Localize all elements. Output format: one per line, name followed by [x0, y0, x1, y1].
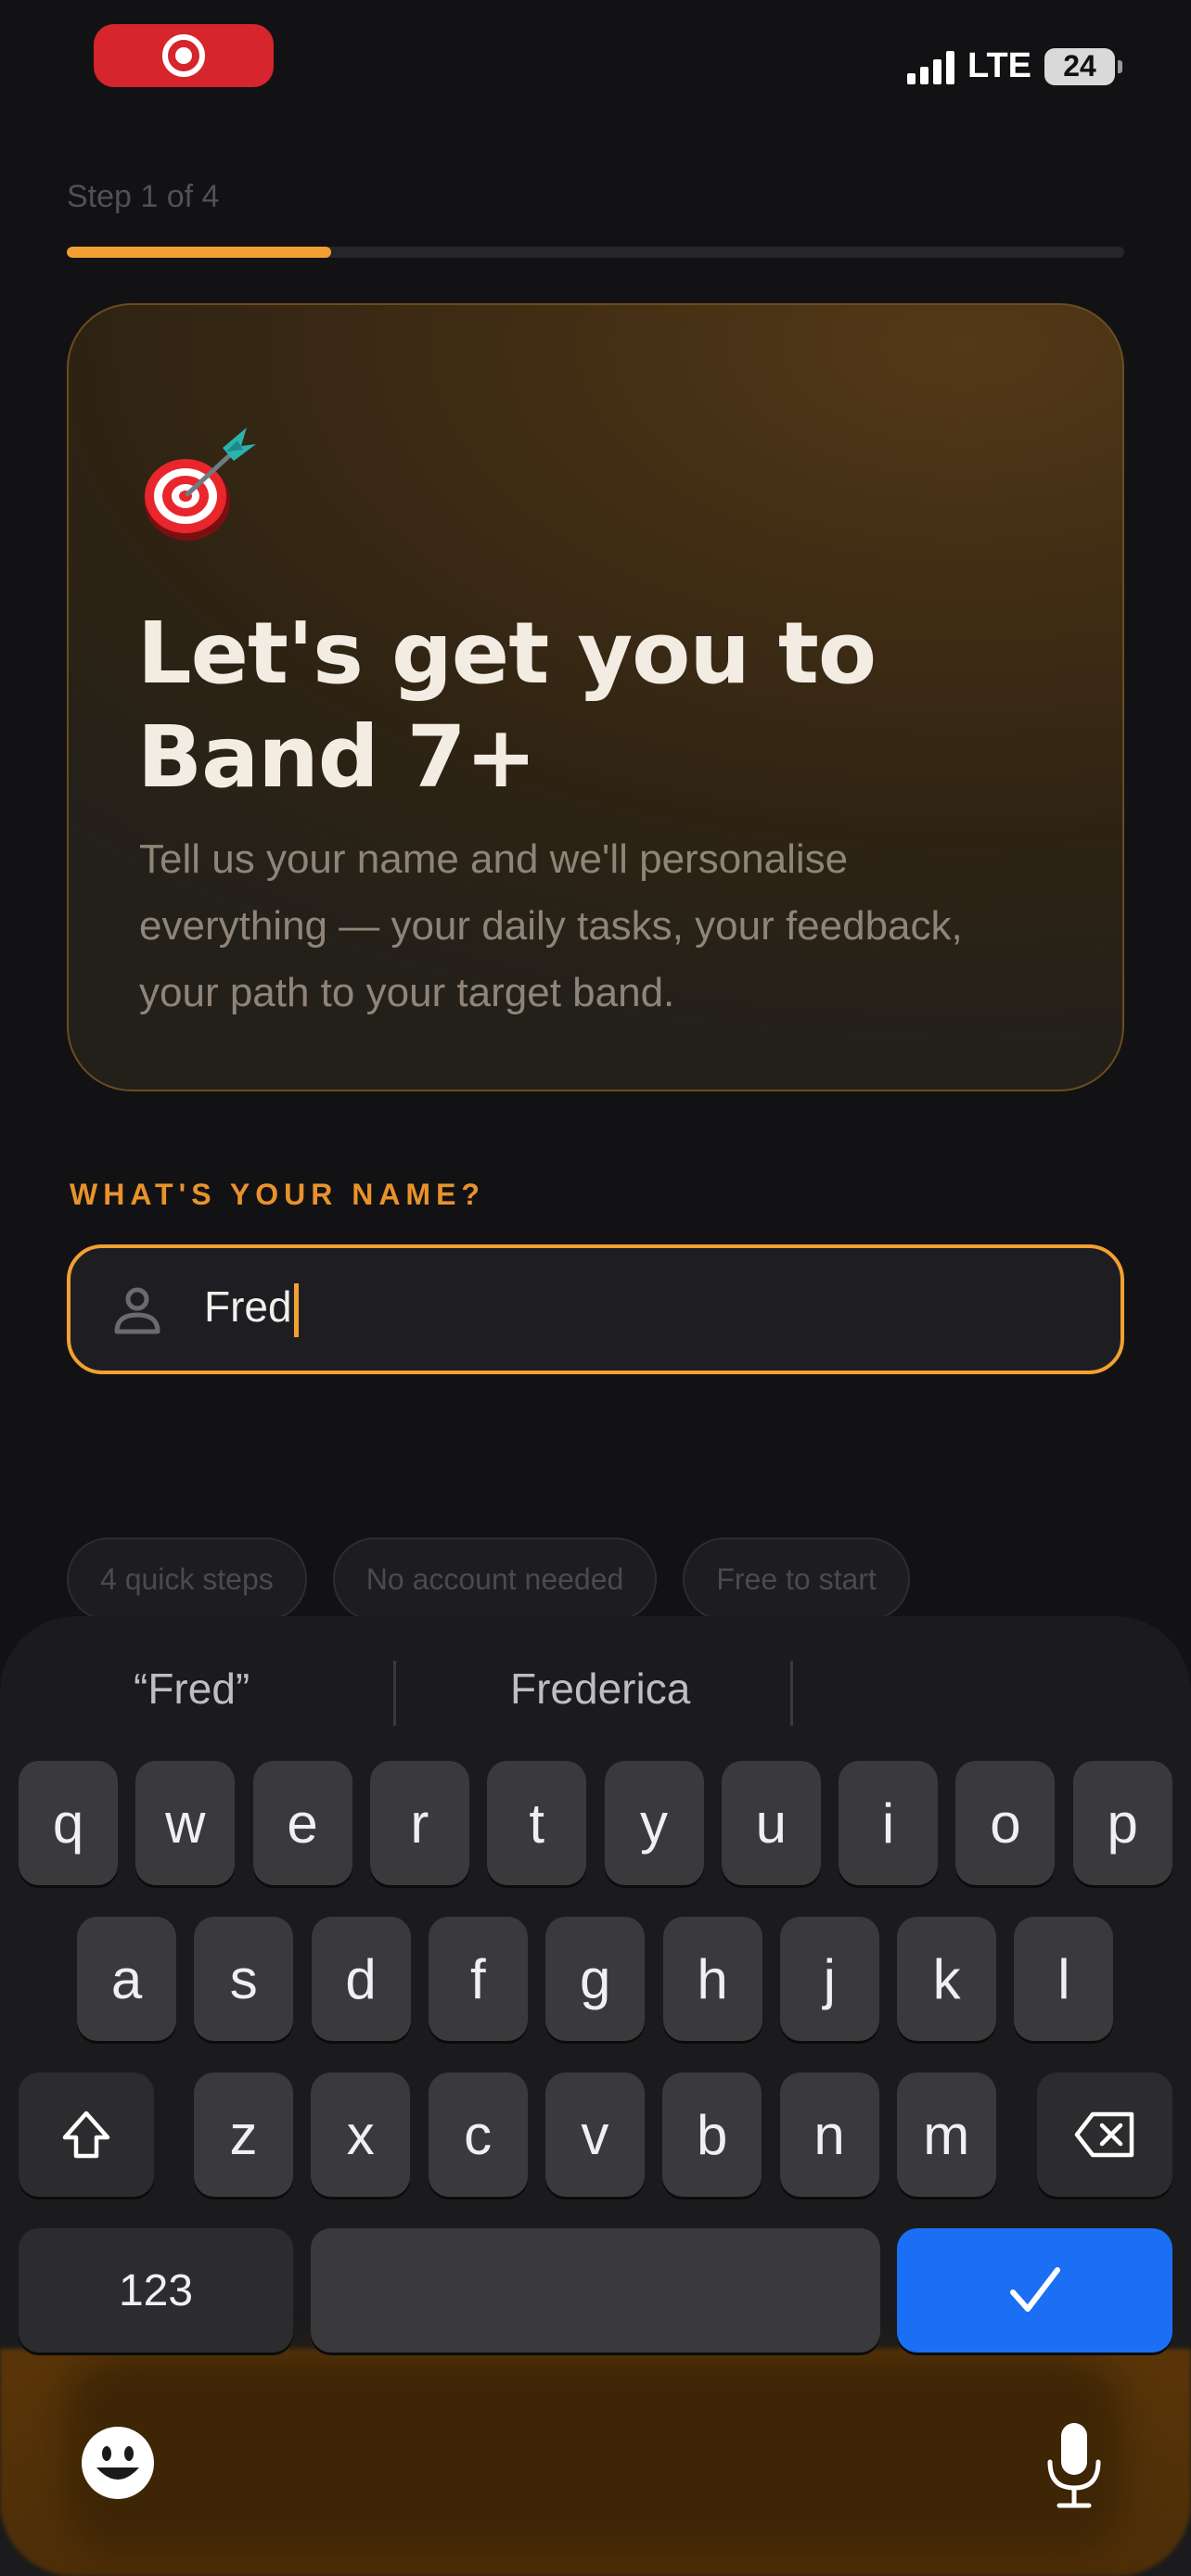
suggestion-quoted[interactable]: “Fred”: [134, 1651, 250, 1726]
key-b[interactable]: b: [662, 2072, 762, 2197]
checkmark-icon: [1009, 2267, 1060, 2312]
hero-subtitle: Tell us your name and we'll personalise …: [139, 836, 963, 1015]
name-input-value: Fred: [204, 1282, 299, 1337]
dart-target-icon: [145, 427, 256, 541]
key-w[interactable]: w: [135, 1761, 236, 1885]
name-value: Fred: [204, 1282, 292, 1332]
suggestion-bar: “Fred” Frederica: [0, 1651, 1191, 1726]
microphone-icon[interactable]: [1044, 2421, 1104, 2510]
screen-recording-indicator[interactable]: [94, 24, 274, 87]
keyboard-bottom-glow: [0, 2349, 1191, 2576]
key-u[interactable]: u: [721, 1761, 821, 1885]
shift-icon: [62, 2111, 110, 2159]
hero-title: Let's get you to Band 7+: [137, 602, 1065, 810]
suggestion-divider: [790, 1661, 793, 1726]
suggestion-divider: [393, 1661, 396, 1726]
backspace-icon: [1074, 2111, 1134, 2158]
shift-key[interactable]: [19, 2072, 154, 2197]
person-icon: [114, 1287, 160, 1334]
key-l[interactable]: l: [1014, 1917, 1114, 2041]
record-icon: [162, 34, 205, 77]
network-type: LTE: [967, 46, 1031, 85]
key-q[interactable]: q: [19, 1761, 118, 1885]
key-j[interactable]: j: [779, 1917, 879, 2041]
space-key[interactable]: [311, 2228, 880, 2353]
key-e[interactable]: e: [252, 1761, 352, 1885]
key-s[interactable]: s: [194, 1917, 294, 2041]
hero-card: Let's get you to Band 7+ Tell us your na…: [67, 303, 1124, 1091]
step-label: Step 1 of 4: [67, 179, 220, 214]
key-p[interactable]: p: [1072, 1761, 1172, 1885]
battery-icon: 24: [1044, 47, 1122, 85]
name-input[interactable]: Fred: [67, 1244, 1124, 1374]
key-m[interactable]: m: [896, 2072, 996, 2197]
key-v[interactable]: v: [544, 2072, 645, 2197]
key-n[interactable]: n: [779, 2072, 879, 2197]
key-r[interactable]: r: [369, 1761, 469, 1885]
chip-quick-steps: 4 quick steps: [67, 1537, 307, 1621]
battery-level: 24: [1063, 49, 1096, 83]
key-g[interactable]: g: [545, 1917, 646, 2041]
numbers-key[interactable]: 123: [19, 2228, 293, 2353]
status-bar-right: LTE 24: [907, 46, 1122, 86]
name-label: WHAT'S YOUR NAME?: [70, 1178, 485, 1211]
key-k[interactable]: k: [897, 1917, 997, 2041]
key-d[interactable]: d: [311, 1917, 411, 2041]
key-z[interactable]: z: [194, 2072, 293, 2197]
chip-free: Free to start: [683, 1537, 910, 1621]
signal-icon: [907, 49, 955, 84]
delete-key[interactable]: [1037, 2072, 1172, 2197]
key-a[interactable]: a: [77, 1917, 176, 2041]
hero-title-line-1: Let's get you to: [137, 604, 877, 703]
key-t[interactable]: t: [487, 1761, 587, 1885]
chip-no-account: No account needed: [332, 1537, 658, 1621]
keyboard: “Fred” Frederica qwertyuiop asdfghjkl zxcv…: [0, 1616, 1191, 2576]
feature-chips: 4 quick steps No account needed Free to …: [67, 1537, 910, 1621]
progress-bar: [67, 247, 1124, 258]
text-caret: [293, 1282, 299, 1337]
done-key[interactable]: [897, 2228, 1172, 2353]
key-c[interactable]: c: [428, 2072, 528, 2197]
suggestion-frederica[interactable]: Frederica: [510, 1651, 690, 1726]
key-o[interactable]: o: [955, 1761, 1056, 1885]
progress-fill: [67, 247, 331, 258]
emoji-icon[interactable]: [80, 2425, 156, 2501]
key-f[interactable]: f: [428, 1917, 528, 2041]
key-y[interactable]: y: [604, 1761, 704, 1885]
hero-title-line-2: Band 7+: [137, 708, 537, 807]
key-i[interactable]: i: [839, 1761, 939, 1885]
key-x[interactable]: x: [311, 2072, 411, 2197]
key-h[interactable]: h: [662, 1917, 762, 2041]
